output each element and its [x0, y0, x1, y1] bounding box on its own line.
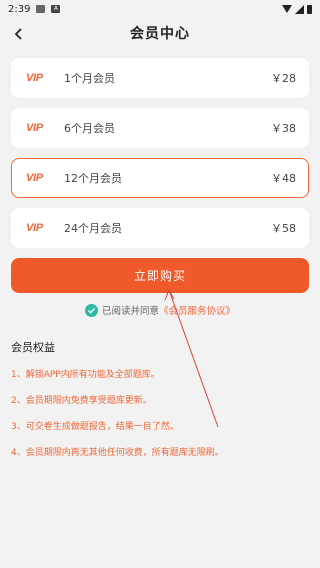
- gallery-notification-icon: [36, 5, 46, 13]
- wifi-icon: [282, 5, 292, 13]
- page-title: 会员中心: [130, 26, 190, 42]
- chevron-left-icon: [14, 28, 22, 40]
- signal-icon: [295, 4, 304, 14]
- checkmark-icon: [87, 307, 96, 314]
- benefit-item: 3、可交卷生成做题报告，结果一目了然。: [11, 422, 179, 432]
- agreement-link[interactable]: 《会员服务协议》: [159, 303, 235, 317]
- plan-label: 24个月会员: [64, 222, 122, 235]
- status-bar: 2:39 A: [0, 0, 320, 18]
- status-time: 2:39: [8, 3, 31, 15]
- nav-bar: 会员中心: [0, 18, 320, 48]
- plan-option-1-month[interactable]: VIP 1个月会员 ￥28: [11, 58, 309, 98]
- vip-icon: VIP: [26, 122, 43, 134]
- vip-icon: VIP: [26, 222, 43, 234]
- agreement-text: 已阅读并同意: [101, 306, 159, 317]
- plan-price: ￥58: [271, 222, 296, 235]
- buy-now-button[interactable]: 立即购买: [11, 258, 309, 293]
- app-notification-icon: A: [51, 5, 61, 13]
- checkbox-checked-icon[interactable]: [84, 303, 98, 317]
- plan-list: VIP 1个月会员 ￥28 VIP 6个月会员 ￥38 VIP 12个月会员 ￥…: [0, 58, 320, 248]
- plan-option-24-month[interactable]: VIP 24个月会员 ￥58: [11, 208, 309, 248]
- benefits-section: 会员权益 1、解锁APP内所有功能及全部题库。 2、会员期限内免费享受题库更新。…: [0, 339, 320, 459]
- agreement-row: 已阅读并同意 《会员服务协议》: [0, 303, 320, 317]
- plan-option-12-month[interactable]: VIP 12个月会员 ￥48: [11, 158, 309, 198]
- benefit-item: 1、解锁APP内所有功能及全部题库。: [11, 370, 160, 380]
- benefit-item: 2、会员期限内免费享受题库更新。: [11, 396, 152, 406]
- plan-label: 1个月会员: [64, 72, 115, 85]
- benefit-item: 4、会员期限内再无其他任何收费，所有题库无限刷。: [11, 448, 224, 458]
- back-button[interactable]: [6, 21, 32, 47]
- plan-price: ￥48: [271, 172, 296, 185]
- plan-label: 6个月会员: [64, 122, 115, 135]
- plan-price: ￥28: [271, 72, 296, 85]
- plan-price: ￥38: [271, 122, 296, 135]
- plan-option-6-month[interactable]: VIP 6个月会员 ￥38: [11, 108, 309, 148]
- vip-icon: VIP: [26, 72, 43, 84]
- vip-icon: VIP: [26, 172, 43, 184]
- benefits-title: 会员权益: [11, 341, 55, 354]
- battery-icon: [307, 4, 312, 14]
- plan-label: 12个月会员: [64, 172, 122, 185]
